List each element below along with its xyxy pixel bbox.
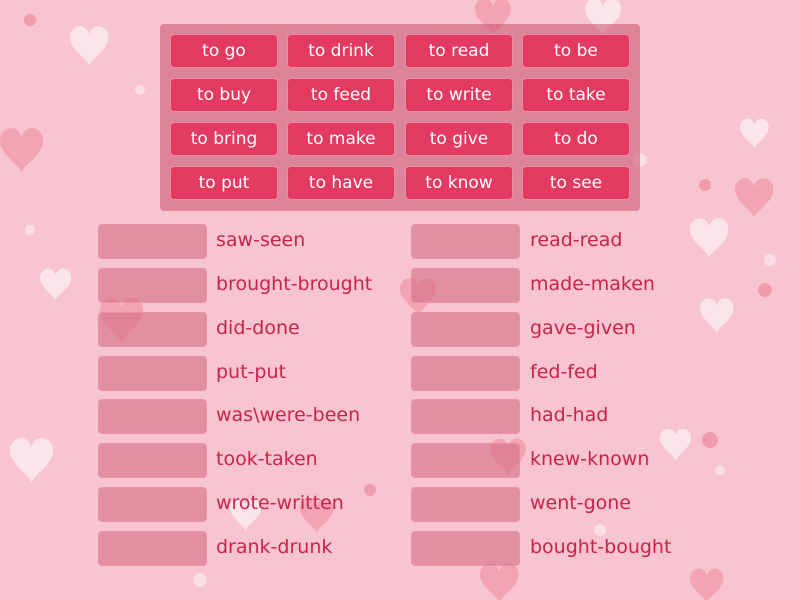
tile-to-write[interactable]: to write (405, 78, 513, 112)
drop-slot[interactable] (98, 312, 207, 347)
tile-to-feed[interactable]: to feed (287, 78, 395, 112)
drop-slot[interactable] (98, 268, 207, 303)
target-label: drank-drunk (216, 536, 333, 558)
target-label: took-taken (216, 448, 318, 470)
tile-to-make[interactable]: to make (287, 122, 395, 156)
tile-to-do[interactable]: to do (522, 122, 630, 156)
tile-to-drink[interactable]: to drink (287, 34, 395, 68)
drop-slot[interactable] (98, 487, 207, 522)
target-label: made-maken (530, 273, 655, 295)
drop-slot[interactable] (98, 443, 207, 478)
drop-slot[interactable] (98, 399, 207, 434)
target-label: fed-fed (530, 361, 598, 383)
tile-to-read[interactable]: to read (405, 34, 513, 68)
drop-slot[interactable] (411, 268, 520, 303)
tile-to-bring[interactable]: to bring (170, 122, 278, 156)
tile-to-buy[interactable]: to buy (170, 78, 278, 112)
target-label: did-done (216, 317, 300, 339)
target-label: gave-given (530, 317, 636, 339)
target-label: wrote-written (216, 492, 344, 514)
tile-to-give[interactable]: to give (405, 122, 513, 156)
drop-slot[interactable] (411, 531, 520, 566)
drop-slot[interactable] (98, 531, 207, 566)
drop-slot[interactable] (411, 487, 520, 522)
drop-slot[interactable] (98, 356, 207, 391)
drop-slot[interactable] (411, 356, 520, 391)
drop-slot[interactable] (411, 224, 520, 259)
target-label: knew-known (530, 448, 650, 470)
drop-slot[interactable] (411, 443, 520, 478)
target-label: went-gone (530, 492, 631, 514)
tile-to-go[interactable]: to go (170, 34, 278, 68)
target-label: was\were-been (216, 404, 361, 426)
target-label: read-read (530, 229, 623, 251)
target-label: had-had (530, 404, 609, 426)
drop-slot[interactable] (411, 312, 520, 347)
target-label: put-put (216, 361, 286, 383)
target-label: saw-seen (216, 229, 306, 251)
drop-slot[interactable] (98, 224, 207, 259)
target-label: bought-bought (530, 536, 672, 558)
drop-slot[interactable] (411, 399, 520, 434)
tile-to-have[interactable]: to have (287, 166, 395, 200)
tile-to-take[interactable]: to take (522, 78, 630, 112)
target-label: brought-brought (216, 273, 373, 295)
tile-to-put[interactable]: to put (170, 166, 278, 200)
tile-to-know[interactable]: to know (405, 166, 513, 200)
word-bank-panel: to go to drink to read to be to buy to f… (160, 24, 640, 211)
tile-to-see[interactable]: to see (522, 166, 630, 200)
tile-to-be[interactable]: to be (522, 34, 630, 68)
